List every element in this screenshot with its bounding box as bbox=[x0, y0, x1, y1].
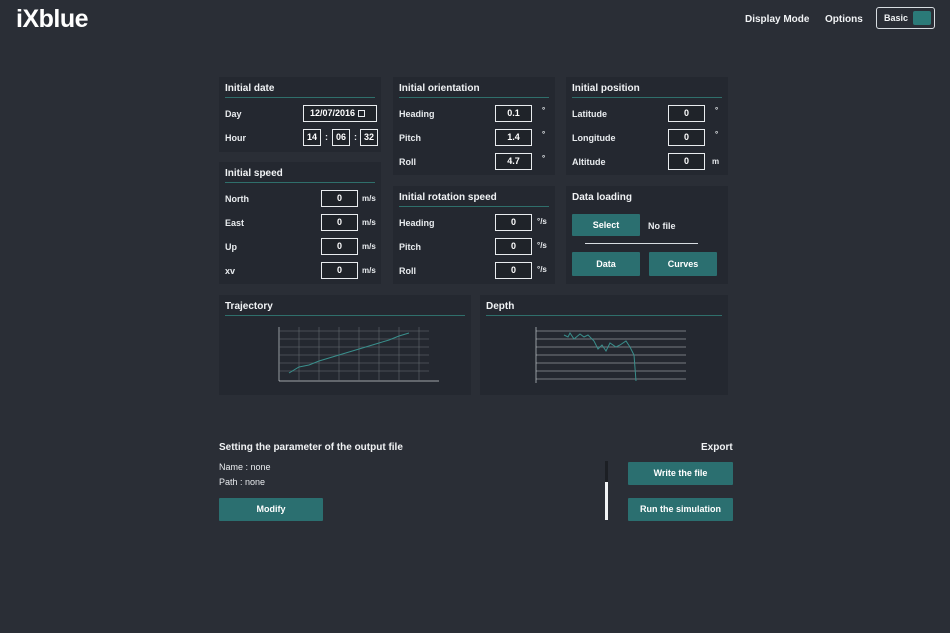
depth-plot bbox=[535, 327, 686, 383]
longitude-unit: ° bbox=[715, 130, 719, 139]
hour-label: Hour bbox=[225, 133, 246, 143]
orientation-pitch-input[interactable]: 1.4 bbox=[495, 129, 532, 146]
latitude-input[interactable]: 0 bbox=[668, 105, 705, 122]
top-bar: iXblue Display Mode Options Basic bbox=[0, 0, 950, 42]
speed-north-unit: m/s bbox=[362, 194, 376, 203]
initial-speed-underline bbox=[225, 182, 375, 183]
orientation-pitch-unit: ° bbox=[542, 130, 546, 139]
depth-title: Depth bbox=[486, 301, 515, 312]
speed-east-input[interactable]: 0 bbox=[321, 214, 358, 231]
initial-date-underline bbox=[225, 97, 375, 98]
speed-xv-label: xv bbox=[225, 266, 236, 276]
output-name-line: Name : none bbox=[219, 462, 271, 472]
rotation-pitch-label: Pitch bbox=[399, 242, 422, 252]
rotation-heading-input[interactable]: 0 bbox=[495, 214, 532, 231]
orientation-roll-input[interactable]: 4.7 bbox=[495, 153, 532, 170]
depth-line bbox=[563, 332, 637, 382]
longitude-input[interactable]: 0 bbox=[668, 129, 705, 146]
time-separator: : bbox=[325, 132, 328, 142]
trajectory-panel: Trajectory bbox=[219, 295, 471, 395]
modify-button[interactable]: Modify bbox=[219, 498, 323, 521]
speed-up-label: Up bbox=[225, 242, 237, 252]
mode-toggle-label: Basic bbox=[884, 13, 909, 23]
latitude-unit: ° bbox=[715, 106, 719, 115]
curves-button[interactable]: Curves bbox=[649, 252, 717, 276]
rotation-pitch-unit: °/s bbox=[537, 241, 547, 250]
initial-rotation-speed-title: Initial rotation speed bbox=[399, 192, 497, 203]
initial-date-panel: Initial date Day 12/07/2016 Hour 14 : 06… bbox=[219, 77, 381, 152]
rotation-roll-input[interactable]: 0 bbox=[495, 262, 532, 279]
data-loading-title: Data loading bbox=[572, 192, 633, 203]
mode-toggle-button[interactable]: Basic bbox=[876, 7, 935, 29]
ixblue-logo: iXblue bbox=[16, 5, 89, 33]
select-file-button[interactable]: Select bbox=[572, 214, 640, 236]
write-file-button[interactable]: Write the file bbox=[628, 462, 733, 485]
initial-position-panel: Initial position Latitude 0 ° Longitude … bbox=[566, 77, 728, 175]
initial-date-title: Initial date bbox=[225, 83, 275, 94]
rotation-heading-label: Heading bbox=[399, 218, 435, 228]
trajectory-plot bbox=[278, 327, 439, 382]
rotation-roll-unit: °/s bbox=[537, 265, 547, 274]
orientation-heading-label: Heading bbox=[399, 109, 435, 119]
day-date-value: 12/07/2016 bbox=[310, 108, 356, 118]
initial-position-underline bbox=[572, 97, 722, 98]
orientation-roll-unit: ° bbox=[542, 154, 546, 163]
speed-north-input[interactable]: 0 bbox=[321, 190, 358, 207]
speed-up-input[interactable]: 0 bbox=[321, 238, 358, 255]
orientation-heading-unit: ° bbox=[542, 106, 546, 115]
trajectory-title: Trajectory bbox=[225, 301, 273, 312]
latitude-label: Latitude bbox=[572, 109, 607, 119]
output-settings-title: Setting the parameter of the output file bbox=[219, 442, 403, 453]
initial-orientation-title: Initial orientation bbox=[399, 83, 480, 94]
data-loading-panel: Data loading Select No file Data Curves bbox=[566, 186, 728, 284]
initial-rotation-speed-panel: Initial rotation speed Heading 0 °/s Pit… bbox=[393, 186, 555, 284]
speed-north-label: North bbox=[225, 194, 249, 204]
day-label: Day bbox=[225, 109, 242, 119]
speed-xv-unit: m/s bbox=[362, 266, 376, 275]
hour-input[interactable]: 14 bbox=[303, 129, 321, 146]
orientation-roll-label: Roll bbox=[399, 157, 416, 167]
initial-speed-title: Initial speed bbox=[225, 168, 283, 179]
depth-underline bbox=[486, 315, 722, 316]
initial-orientation-underline bbox=[399, 97, 549, 98]
orientation-heading-input[interactable]: 0.1 bbox=[495, 105, 532, 122]
minute-input[interactable]: 06 bbox=[332, 129, 350, 146]
data-button[interactable]: Data bbox=[572, 252, 640, 276]
depth-grid bbox=[536, 330, 686, 380]
display-mode-link[interactable]: Display Mode bbox=[745, 14, 809, 25]
altitude-label: Altitude bbox=[572, 157, 606, 167]
day-date-input[interactable]: 12/07/2016 bbox=[303, 105, 377, 122]
initial-position-title: Initial position bbox=[572, 83, 640, 94]
initial-speed-panel: Initial speed North 0 m/s East 0 m/s Up … bbox=[219, 162, 381, 284]
rotation-heading-unit: °/s bbox=[537, 217, 547, 226]
data-loading-divider bbox=[585, 243, 698, 244]
file-status-label: No file bbox=[648, 221, 676, 231]
longitude-label: Longitude bbox=[572, 133, 616, 143]
options-link[interactable]: Options bbox=[825, 14, 863, 25]
second-input[interactable]: 32 bbox=[360, 129, 378, 146]
trajectory-underline bbox=[225, 315, 465, 316]
export-title: Export bbox=[701, 442, 733, 453]
calendar-icon[interactable] bbox=[358, 110, 366, 117]
scrollbar-thumb[interactable] bbox=[605, 482, 608, 520]
rotation-pitch-input[interactable]: 0 bbox=[495, 238, 532, 255]
initial-orientation-panel: Initial orientation Heading 0.1 ° Pitch … bbox=[393, 77, 555, 175]
speed-east-unit: m/s bbox=[362, 218, 376, 227]
orientation-pitch-label: Pitch bbox=[399, 133, 422, 143]
run-simulation-button[interactable]: Run the simulation bbox=[628, 498, 733, 521]
initial-rotation-speed-underline bbox=[399, 206, 549, 207]
output-path-line: Path : none bbox=[219, 477, 266, 487]
altitude-input[interactable]: 0 bbox=[668, 153, 705, 170]
speed-xv-input[interactable]: 0 bbox=[321, 262, 358, 279]
time-separator: : bbox=[354, 132, 357, 142]
speed-east-label: East bbox=[225, 218, 245, 228]
trajectory-grid bbox=[279, 327, 429, 381]
depth-panel: Depth bbox=[480, 295, 728, 395]
altitude-unit: m bbox=[712, 157, 720, 166]
speed-up-unit: m/s bbox=[362, 242, 376, 251]
rotation-roll-label: Roll bbox=[399, 266, 416, 276]
mode-toggle-swatch bbox=[913, 11, 931, 25]
